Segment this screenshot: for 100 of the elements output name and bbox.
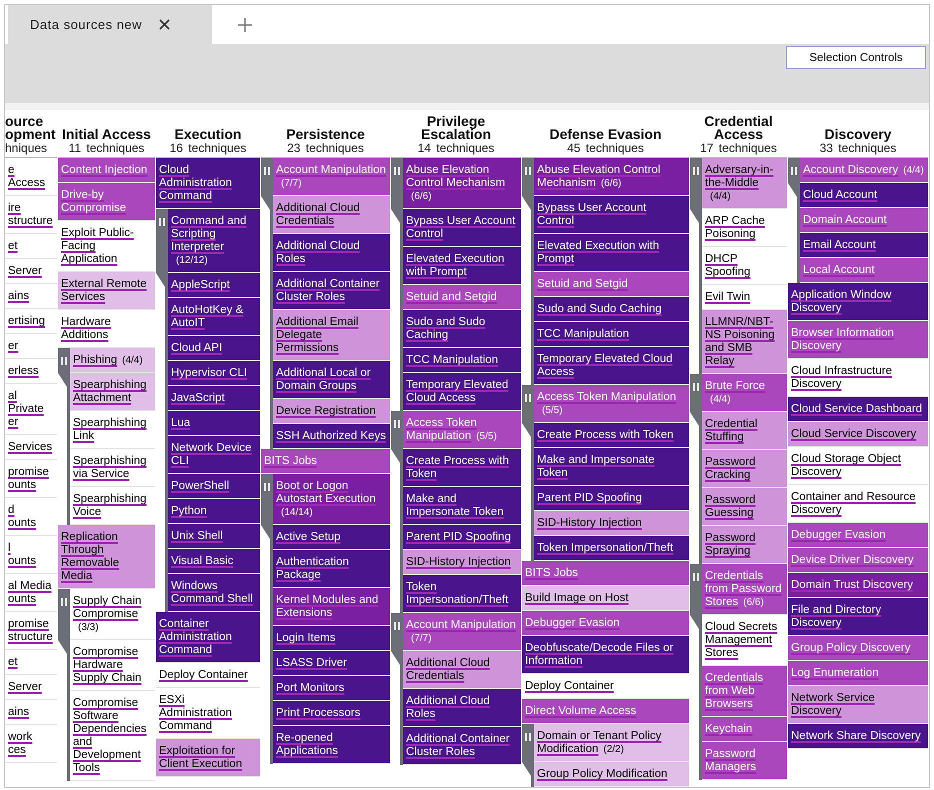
technique-cell[interactable]: Elevated Execution with Prompt — [403, 247, 521, 285]
collapse-handle[interactable] — [690, 374, 702, 412]
technique-cell[interactable]: Brute Force (4/4) — [702, 374, 787, 412]
technique-cell[interactable]: Account Manipulation (7/7) — [403, 613, 521, 651]
technique-cell[interactable]: Password Cracking — [702, 450, 787, 488]
technique-cell[interactable]: Adversary-in-the-Middle (4/4) — [702, 158, 787, 209]
technique-cell[interactable]: Abuse Elevation Control Mechanism (6/6) — [534, 158, 689, 196]
technique-cell[interactable]: Lua — [168, 411, 260, 436]
technique-cell[interactable]: TCC Manipulation — [403, 348, 521, 373]
selection-controls-button[interactable]: Selection Controls — [786, 46, 926, 69]
technique-cell[interactable]: Network Share Discovery — [788, 724, 928, 749]
technique-cell[interactable]: Cloud Account — [800, 183, 928, 208]
technique-cell[interactable]: BITS Jobs — [261, 449, 390, 474]
technique-cell[interactable]: Group Policy Modification — [534, 762, 689, 787]
technique-cell[interactable]: Sudo and Sudo Caching — [534, 297, 689, 322]
technique-cell[interactable]: Network Device CLI — [168, 436, 260, 474]
collapse-handle[interactable] — [690, 564, 702, 615]
technique-cell[interactable]: AutoHotKey & AutoIT — [168, 298, 260, 336]
technique-cell[interactable]: Cloud Service Discovery — [788, 422, 928, 447]
technique-cell[interactable]: Access Token Manipulation (5/5) — [403, 411, 521, 449]
technique-cell[interactable]: Phishing (4/4) — [70, 348, 155, 373]
technique-cell[interactable]: AppleScript — [168, 273, 260, 298]
technique-cell[interactable]: Additional Email Delegate Permissions — [273, 310, 390, 361]
technique-cell[interactable]: Additional Cloud Credentials — [403, 651, 521, 689]
technique-cell[interactable]: Port Monitors — [273, 676, 390, 701]
technique-cell[interactable]: Group Policy Discovery — [788, 636, 928, 661]
close-icon[interactable] — [159, 19, 170, 30]
technique-cell[interactable]: Additional Cloud Roles — [273, 234, 390, 272]
technique-cell[interactable]: Make and Impersonate Token — [403, 487, 521, 525]
technique-cell[interactable]: Temporary Elevated Cloud Access — [534, 347, 689, 385]
collapse-handle[interactable] — [522, 724, 534, 762]
collapse-handle[interactable] — [261, 158, 273, 196]
technique-cell[interactable]: Create Process with Token — [534, 423, 689, 448]
technique-cell[interactable]: SSH Authorized Keys — [273, 424, 390, 449]
technique-cell[interactable]: Network Service Discovery — [788, 686, 928, 724]
technique-cell[interactable]: TCC Manipulation — [534, 322, 689, 347]
technique-cell[interactable]: Make and Impersonate Token — [534, 448, 689, 486]
collapse-handle[interactable] — [788, 158, 800, 183]
collapse-handle[interactable] — [156, 209, 168, 273]
technique-cell[interactable]: Access Token Manipulation (5/5) — [534, 385, 689, 423]
technique-cell[interactable]: SID-History Injection — [534, 511, 689, 536]
technique-cell[interactable]: Domain Account — [800, 208, 928, 233]
technique-cell[interactable]: Device Registration — [273, 399, 390, 424]
technique-cell[interactable]: Build Image on Host — [522, 586, 689, 611]
technique-cell[interactable]: Cloud Service Dashboard — [788, 397, 928, 422]
technique-cell[interactable]: Domain Trust Discovery — [788, 573, 928, 598]
technique-cell[interactable]: Deobfuscate/Decode Files or Information — [522, 636, 689, 674]
technique-cell[interactable]: Hypervisor CLI — [168, 361, 260, 386]
technique-cell[interactable]: Email Account — [800, 233, 928, 258]
technique-cell[interactable]: Log Enumeration — [788, 661, 928, 686]
technique-cell[interactable]: Password Guessing — [702, 488, 787, 526]
technique-cell[interactable]: Windows Command Shell — [168, 574, 260, 612]
technique-cell[interactable]: PowerShell — [168, 474, 260, 499]
technique-cell[interactable]: Create Process with Token — [403, 449, 521, 487]
technique-cell[interactable]: Credential Stuffing — [702, 412, 787, 450]
technique-cell[interactable]: Setuid and Setgid — [534, 272, 689, 297]
technique-cell[interactable]: File and Directory Discovery — [788, 598, 928, 636]
layer-tab[interactable]: Data sources new — [8, 5, 212, 44]
technique-cell[interactable]: Account Discovery (4/4) — [800, 158, 928, 183]
collapse-handle[interactable] — [58, 589, 70, 640]
technique-cell[interactable]: Login Items — [273, 626, 390, 651]
technique-cell[interactable]: Setuid and Setgid — [403, 285, 521, 310]
technique-cell[interactable]: Exploitation for Client Execution — [156, 739, 260, 777]
collapse-handle[interactable] — [261, 474, 273, 525]
technique-cell[interactable]: Debugger Evasion — [788, 523, 928, 548]
technique-cell[interactable]: Additional Cloud Roles — [403, 689, 521, 727]
technique-cell[interactable]: Application Window Discovery — [788, 283, 928, 321]
technique-cell[interactable]: Parent PID Spoofing — [534, 486, 689, 511]
technique-cell[interactable]: Password Managers — [702, 742, 787, 780]
technique-cell[interactable]: SID-History Injection — [403, 550, 521, 575]
technique-cell[interactable]: Domain or Tenant Policy Modification (2/2) — [534, 724, 689, 762]
technique-cell[interactable]: Replication Through Removable Media — [58, 525, 155, 589]
technique-cell[interactable]: Debugger Evasion — [522, 611, 689, 636]
collapse-handle[interactable] — [522, 385, 534, 423]
technique-cell[interactable]: Container Administration Command — [156, 612, 260, 663]
technique-cell[interactable]: Keychain — [702, 717, 787, 742]
technique-cell[interactable]: Active Setup — [273, 525, 390, 550]
technique-cell[interactable]: Additional Container Cluster Roles — [403, 727, 521, 765]
technique-cell[interactable]: Command and Scripting Interpreter (12/12) — [168, 209, 260, 273]
collapse-handle[interactable] — [522, 158, 534, 196]
technique-cell[interactable]: Parent PID Spoofing — [403, 525, 521, 550]
technique-cell[interactable]: Temporary Elevated Cloud Access — [403, 373, 521, 411]
technique-cell[interactable]: Additional Container Cluster Roles — [273, 272, 390, 310]
technique-cell[interactable]: Additional Local or Domain Groups — [273, 361, 390, 399]
technique-cell[interactable]: Token Impersonation/Theft — [534, 536, 689, 561]
technique-cell[interactable]: Authentication Package — [273, 550, 390, 588]
technique-cell[interactable]: Additional Cloud Credentials — [273, 196, 390, 234]
technique-cell[interactable]: External Remote Services — [58, 272, 155, 310]
technique-cell[interactable]: Token Impersonation/Theft — [403, 575, 521, 613]
technique-cell[interactable]: Python — [168, 499, 260, 524]
technique-cell[interactable]: Cloud API — [168, 336, 260, 361]
technique-cell[interactable]: Credentials from Web Browsers — [702, 666, 787, 717]
collapse-handle[interactable] — [690, 158, 702, 209]
technique-cell[interactable]: Local Account — [800, 258, 928, 283]
technique-cell[interactable]: Re-opened Applications — [273, 726, 390, 764]
technique-cell[interactable]: JavaScript — [168, 386, 260, 411]
technique-cell[interactable]: Cloud Administration Command — [156, 158, 260, 209]
technique-cell[interactable]: Bypass User Account Control — [403, 209, 521, 247]
technique-cell[interactable]: Sudo and Sudo Caching — [403, 310, 521, 348]
technique-cell[interactable]: Abuse Elevation Control Mechanism (6/6) — [403, 158, 521, 209]
